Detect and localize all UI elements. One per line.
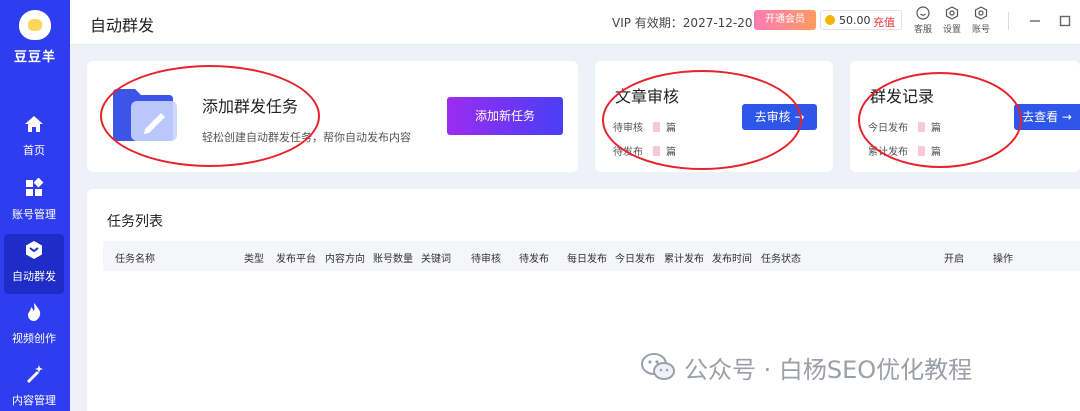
smile-icon <box>916 6 930 20</box>
balance-box: 50.00 充值 <box>820 10 902 30</box>
column-header: 任务名称 <box>115 254 155 265</box>
column-header: 类型 <box>244 254 264 265</box>
column-header: 累计发布 <box>664 254 704 265</box>
add-task-title: 添加群发任务 <box>202 97 299 116</box>
sidebar: 豆豆羊 首页 账号管理 自动群发 视频创作 内容管理 <box>0 0 70 411</box>
column-header: 操作 <box>993 254 1013 265</box>
add-task-card: 添加群发任务 轻松创建自动群发任务，帮你自动发布内容 添加新任务 <box>87 61 578 172</box>
column-header: 关键词 <box>421 254 451 265</box>
article-review-card: 文章审核 待审核篇 待发布篇 去审核 → <box>595 61 833 172</box>
column-header: 账号数量 <box>373 254 413 265</box>
column-header: 待发布 <box>519 254 549 265</box>
folder-edit-icon <box>113 89 177 141</box>
sidebar-item-video[interactable]: 视频创作 <box>4 296 64 356</box>
sidebar-item-label: 账号管理 <box>12 208 56 221</box>
sidebar-item-content[interactable]: 内容管理 <box>4 358 64 411</box>
sidebar-item-label: 首页 <box>23 144 45 157</box>
maximize-icon[interactable] <box>1058 14 1072 28</box>
grid-icon <box>4 178 64 200</box>
sidebar-item-label: 内容管理 <box>12 394 56 407</box>
hex-gear-icon <box>945 6 959 20</box>
send-cube-icon <box>4 240 64 262</box>
today-publish-row: 今日发布篇 <box>868 122 941 134</box>
go-review-button[interactable]: 去审核 → <box>742 104 817 130</box>
pending-publish-row: 待发布篇 <box>613 146 676 158</box>
home-icon <box>4 114 64 136</box>
send-record-card: 群发记录 今日发布篇 累计发布篇 去查看 → <box>850 61 1080 172</box>
app-logo: 豆豆羊 <box>0 10 70 65</box>
count-value <box>918 146 925 156</box>
total-publish-row: 累计发布篇 <box>868 146 941 158</box>
settings-button[interactable]: 设置 <box>937 6 967 35</box>
column-header: 内容方向 <box>325 254 365 265</box>
count-value <box>653 122 660 132</box>
account-button[interactable]: 账号 <box>966 6 996 35</box>
sidebar-item-auto-send[interactable]: 自动群发 <box>4 234 64 294</box>
watermark-text: 公众号 · 白杨SEO优化教程 <box>684 356 973 384</box>
sidebar-item-label: 自动群发 <box>12 270 56 283</box>
top-bar: 自动群发 VIP 有效期：2027-12-20 开通会员 50.00 充值 客服… <box>70 0 1080 45</box>
customer-service-button[interactable]: 客服 <box>908 6 938 35</box>
review-card-title: 文章审核 <box>615 87 680 106</box>
count-value <box>918 122 925 132</box>
column-header: 任务状态 <box>761 254 801 265</box>
minimize-icon[interactable] <box>1028 14 1042 28</box>
task-table-header: 任务名称 类型 发布平台 内容方向 账号数量 关键词 待审核 待发布 每日发布 … <box>103 241 1080 271</box>
vip-expiry: VIP 有效期：2027-12-20 <box>612 16 753 30</box>
column-header: 开启 <box>944 254 964 265</box>
open-member-button[interactable]: 开通会员 <box>754 10 816 30</box>
add-task-description: 轻松创建自动群发任务，帮你自动发布内容 <box>202 131 411 144</box>
count-value <box>653 146 660 156</box>
divider <box>1008 12 1009 30</box>
hex-gear-icon <box>974 6 988 20</box>
magic-wand-icon <box>4 364 64 386</box>
sidebar-item-accounts[interactable]: 账号管理 <box>4 172 64 232</box>
sheep-logo-icon <box>19 10 51 40</box>
sidebar-item-home[interactable]: 首页 <box>4 108 64 168</box>
column-header: 发布平台 <box>276 254 316 265</box>
record-card-title: 群发记录 <box>870 87 935 106</box>
app-name: 豆豆羊 <box>13 50 56 65</box>
column-header: 每日发布 <box>567 254 607 265</box>
flame-icon <box>4 302 64 324</box>
column-header: 发布时间 <box>712 254 752 265</box>
column-header: 待审核 <box>471 254 501 265</box>
sidebar-item-label: 视频创作 <box>12 332 56 345</box>
go-view-button[interactable]: 去查看 → <box>1014 104 1080 130</box>
coin-icon <box>825 15 835 25</box>
pending-review-row: 待审核篇 <box>613 122 676 134</box>
add-new-task-button[interactable]: 添加新任务 <box>447 97 563 135</box>
recharge-button[interactable]: 充值 <box>873 14 895 30</box>
tool-label: 客服 <box>913 25 932 35</box>
column-header: 今日发布 <box>615 254 655 265</box>
balance-value: 50.00 <box>839 14 871 27</box>
page-title: 自动群发 <box>90 16 155 35</box>
tool-label: 账号 <box>971 25 990 35</box>
wechat-icon <box>641 353 675 380</box>
tool-label: 设置 <box>942 25 961 35</box>
task-list-title: 任务列表 <box>107 214 163 230</box>
